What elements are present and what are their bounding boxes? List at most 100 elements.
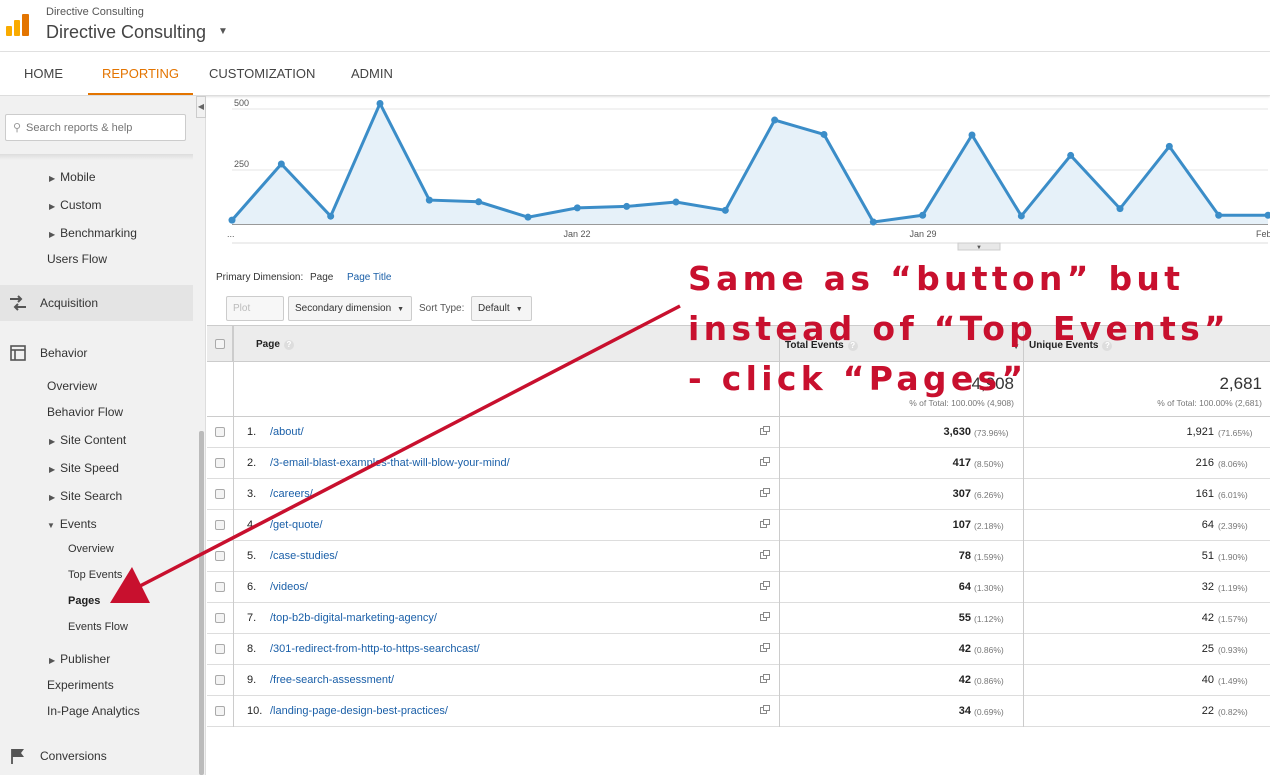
sidebar-item-site-search[interactable]: ▶ Site Search — [49, 489, 122, 503]
table-row[interactable]: 4. /get-quote/107 (2.18%) 64 (2.39%) — [207, 510, 1270, 541]
secondary-dimension-dropdown[interactable]: Secondary dimension ▼ — [288, 296, 412, 321]
open-page-icon[interactable] — [760, 643, 770, 652]
table-row[interactable]: 3. /careers/307 (6.26%) 161 (6.01%) — [207, 479, 1270, 510]
sidebar-item-benchmarking[interactable]: ▶ Benchmarking — [49, 226, 137, 240]
sidebar-item-custom[interactable]: ▶ Custom — [49, 198, 102, 212]
sidebar-item-site-speed[interactable]: ▶ Site Speed — [49, 461, 119, 475]
help-icon[interactable]: ? — [283, 340, 294, 350]
sidebar-section-acquisition[interactable]: Acquisition — [0, 285, 193, 321]
row-checkbox[interactable] — [215, 551, 225, 561]
tab-customization[interactable]: CUSTOMIZATION — [207, 52, 317, 95]
open-page-icon[interactable] — [760, 581, 770, 590]
sidebar-item-mobile[interactable]: ▶ Mobile — [49, 170, 96, 184]
page-link[interactable]: /case-studies/ — [270, 550, 338, 562]
row-checkbox[interactable] — [215, 706, 225, 716]
total-events-percent-cell: (2.18%) — [974, 521, 1004, 531]
total-events-cell: 3,630 — [943, 426, 971, 438]
unique-events-percent-cell: (6.01%) — [1218, 490, 1248, 500]
page-link[interactable]: /about/ — [270, 426, 304, 438]
total-events-cell: 42 — [958, 643, 971, 655]
open-page-icon[interactable] — [760, 705, 770, 714]
total-events-percent-cell: (1.12%) — [974, 614, 1004, 624]
open-page-icon[interactable] — [760, 612, 770, 621]
unique-events-cell: 25 — [1201, 643, 1214, 655]
account-selector[interactable]: Directive Consulting — [46, 22, 206, 43]
row-checkbox[interactable] — [215, 613, 225, 623]
search-box[interactable]: ⚲ — [5, 114, 186, 141]
sidebar-section-conversions[interactable]: Conversions — [0, 738, 193, 774]
sidebar-item-overview[interactable]: Overview — [47, 379, 97, 393]
data-point — [573, 204, 581, 212]
tab-admin[interactable]: ADMIN — [349, 52, 395, 95]
tab-home[interactable]: HOME — [22, 52, 65, 95]
page-link[interactable]: /3-email-blast-examples-that-will-blow-y… — [270, 457, 510, 469]
annotation-text: Same as “button” but instead of “Top Even… — [688, 254, 1268, 404]
unique-events-percent-cell: (2.39%) — [1218, 521, 1248, 531]
collapse-sidebar-button[interactable]: ◀ — [196, 96, 206, 118]
unique-events-cell: 32 — [1201, 581, 1214, 593]
row-checkbox[interactable] — [215, 458, 225, 468]
search-icon: ⚲ — [13, 122, 22, 134]
row-checkbox[interactable] — [215, 520, 225, 530]
open-page-icon[interactable] — [760, 674, 770, 683]
total-events-cell: 55 — [958, 612, 971, 624]
primary-dimension-page[interactable]: Page — [310, 272, 333, 283]
page-link[interactable]: /get-quote/ — [270, 519, 323, 531]
total-events-cell: 107 — [952, 519, 971, 531]
sidebar-item-site-content[interactable]: ▶ Site Content — [49, 433, 126, 447]
sidebar-item-users-flow[interactable]: Users Flow — [47, 252, 107, 266]
acquisition-arrows-icon — [10, 295, 26, 311]
open-page-icon[interactable] — [760, 488, 770, 497]
row-checkbox[interactable] — [215, 644, 225, 654]
select-all-checkbox[interactable] — [215, 339, 225, 349]
sidebar-item-events-overview[interactable]: Overview — [68, 543, 114, 555]
sidebar-item-top-events[interactable]: Top Events — [68, 569, 122, 581]
sidebar-item-experiments[interactable]: Experiments — [47, 678, 114, 692]
header-select-all[interactable] — [207, 326, 233, 362]
open-page-icon[interactable] — [760, 426, 770, 435]
open-page-icon[interactable] — [760, 457, 770, 466]
sidebar-section-behavior[interactable]: Behavior — [0, 335, 193, 371]
table-row[interactable]: 1. /about/3,630 (73.96%) 1,921 (71.65%) — [207, 417, 1270, 448]
sort-type-dropdown[interactable]: Default ▼ — [471, 296, 532, 321]
table-row[interactable]: 2. /3-email-blast-examples-that-will-blow… — [207, 448, 1270, 479]
table-row[interactable]: 9. /free-search-assessment/42 (0.86%) 40 (1.… — [207, 665, 1270, 696]
page-link[interactable]: /landing-page-design-best-practices/ — [270, 705, 448, 717]
primary-dimension-page-title[interactable]: Page Title — [347, 272, 391, 283]
table-row[interactable]: 8. /301-redirect-from-http-to-https-searc… — [207, 634, 1270, 665]
sidebar-section-label: Behavior — [40, 346, 88, 360]
analytics-logo-icon[interactable] — [6, 14, 30, 36]
sidebar-item-in-page-analytics[interactable]: In-Page Analytics — [47, 704, 140, 718]
sidebar-item-behavior-flow[interactable]: Behavior Flow — [47, 405, 123, 419]
row-number: 8. — [247, 643, 257, 655]
sidebar-item-events-flow[interactable]: Events Flow — [68, 621, 128, 633]
plot-rows-button[interactable]: Plot Rows — [226, 296, 284, 337]
row-checkbox[interactable] — [215, 489, 225, 499]
page-link[interactable]: /free-search-assessment/ — [270, 674, 394, 686]
open-page-icon[interactable] — [760, 550, 770, 559]
page-link[interactable]: /careers/ — [270, 488, 313, 500]
table-row[interactable]: 6. /videos/64 (1.30%) 32 (1.19%) — [207, 572, 1270, 603]
data-point — [277, 160, 285, 168]
open-page-icon[interactable] — [760, 519, 770, 528]
row-checkbox[interactable] — [215, 582, 225, 592]
sidebar-scrollbar[interactable] — [199, 431, 204, 775]
row-checkbox[interactable] — [215, 427, 225, 437]
tab-reporting[interactable]: REPORTING — [88, 52, 194, 95]
sidebar: ⚲ ▶ Mobile ▶ Custom ▶ Benchmarking Users Fl… — [0, 96, 206, 775]
table-row[interactable]: 5. /case-studies/78 (1.59%) 51 (1.90%) — [207, 541, 1270, 572]
table-row[interactable]: 7./top-b2b-digital-marketing-agency/55 (1… — [207, 603, 1270, 634]
table-row[interactable]: 10. /landing-page-design-best-practices/3… — [207, 696, 1270, 727]
page-link[interactable]: /videos/ — [270, 581, 308, 593]
total-events-percent-cell: (0.86%) — [974, 645, 1004, 655]
row-checkbox[interactable] — [215, 675, 225, 685]
search-input[interactable] — [26, 119, 182, 136]
chevron-down-icon[interactable]: ▼ — [218, 26, 228, 37]
sidebar-item-events[interactable]: ▼ Events — [47, 517, 97, 531]
unique-events-cell: 1,921 — [1186, 426, 1214, 438]
data-point — [771, 116, 779, 124]
sidebar-item-publisher[interactable]: ▶ Publisher — [49, 652, 110, 666]
page-link[interactable]: /301-redirect-from-http-to-https-searchc… — [270, 643, 480, 655]
sidebar-item-pages[interactable]: Pages — [68, 595, 100, 607]
page-link[interactable]: /top-b2b-digital-marketing-agency/ — [270, 612, 437, 624]
